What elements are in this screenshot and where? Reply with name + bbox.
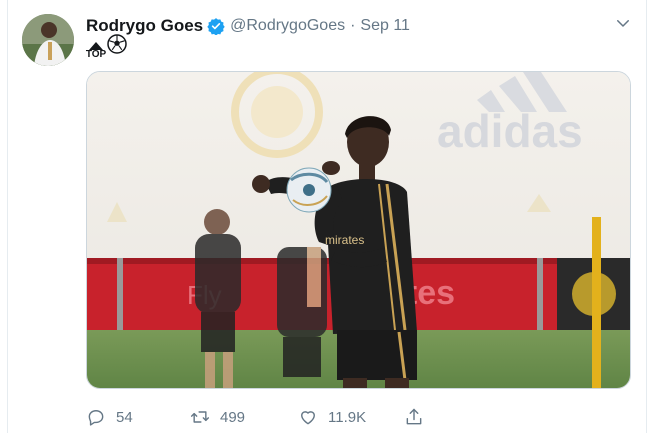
reply-count: 54 bbox=[116, 408, 133, 426]
reply-button[interactable]: 54 bbox=[86, 405, 133, 429]
tweet-text: TOP bbox=[86, 34, 127, 60]
soccer-ball-icon bbox=[107, 34, 127, 59]
heart-icon bbox=[301, 411, 315, 425]
tweet-actions: 54 499 11.9K bbox=[86, 405, 526, 429]
avatar[interactable] bbox=[22, 14, 74, 66]
author-name[interactable]: Rodrygo Goes bbox=[86, 16, 203, 36]
meta-separator: · bbox=[350, 17, 356, 34]
like-count: 11.9K bbox=[328, 408, 367, 426]
banner-text: adidas bbox=[437, 105, 583, 157]
like-button[interactable]: 11.9K bbox=[298, 405, 366, 429]
tweet-header: Rodrygo Goes @RodrygoGoes · Sep 11 bbox=[86, 14, 630, 38]
retweet-button[interactable]: 499 bbox=[190, 405, 245, 429]
svg-text:mirates: mirates bbox=[325, 233, 364, 247]
tweet-photo[interactable]: adidas ates Fly bbox=[86, 71, 631, 389]
timeline-border-left bbox=[7, 0, 8, 433]
retweet-icon bbox=[190, 411, 210, 423]
timeline-border-right bbox=[646, 0, 647, 433]
tweet-date[interactable]: Sep 11 bbox=[360, 17, 410, 35]
share-button[interactable] bbox=[404, 405, 434, 429]
retweet-count: 499 bbox=[220, 408, 246, 426]
top-badge: TOP bbox=[86, 42, 106, 60]
tweet-card[interactable]: Rodrygo Goes @RodrygoGoes · Sep 11 TOP a… bbox=[0, 0, 650, 433]
author-handle[interactable]: @RodrygoGoes bbox=[230, 17, 345, 35]
chevron-down-icon[interactable] bbox=[614, 14, 632, 32]
share-icon bbox=[406, 408, 422, 425]
verified-badge-icon bbox=[207, 17, 225, 36]
reply-icon bbox=[88, 410, 104, 426]
